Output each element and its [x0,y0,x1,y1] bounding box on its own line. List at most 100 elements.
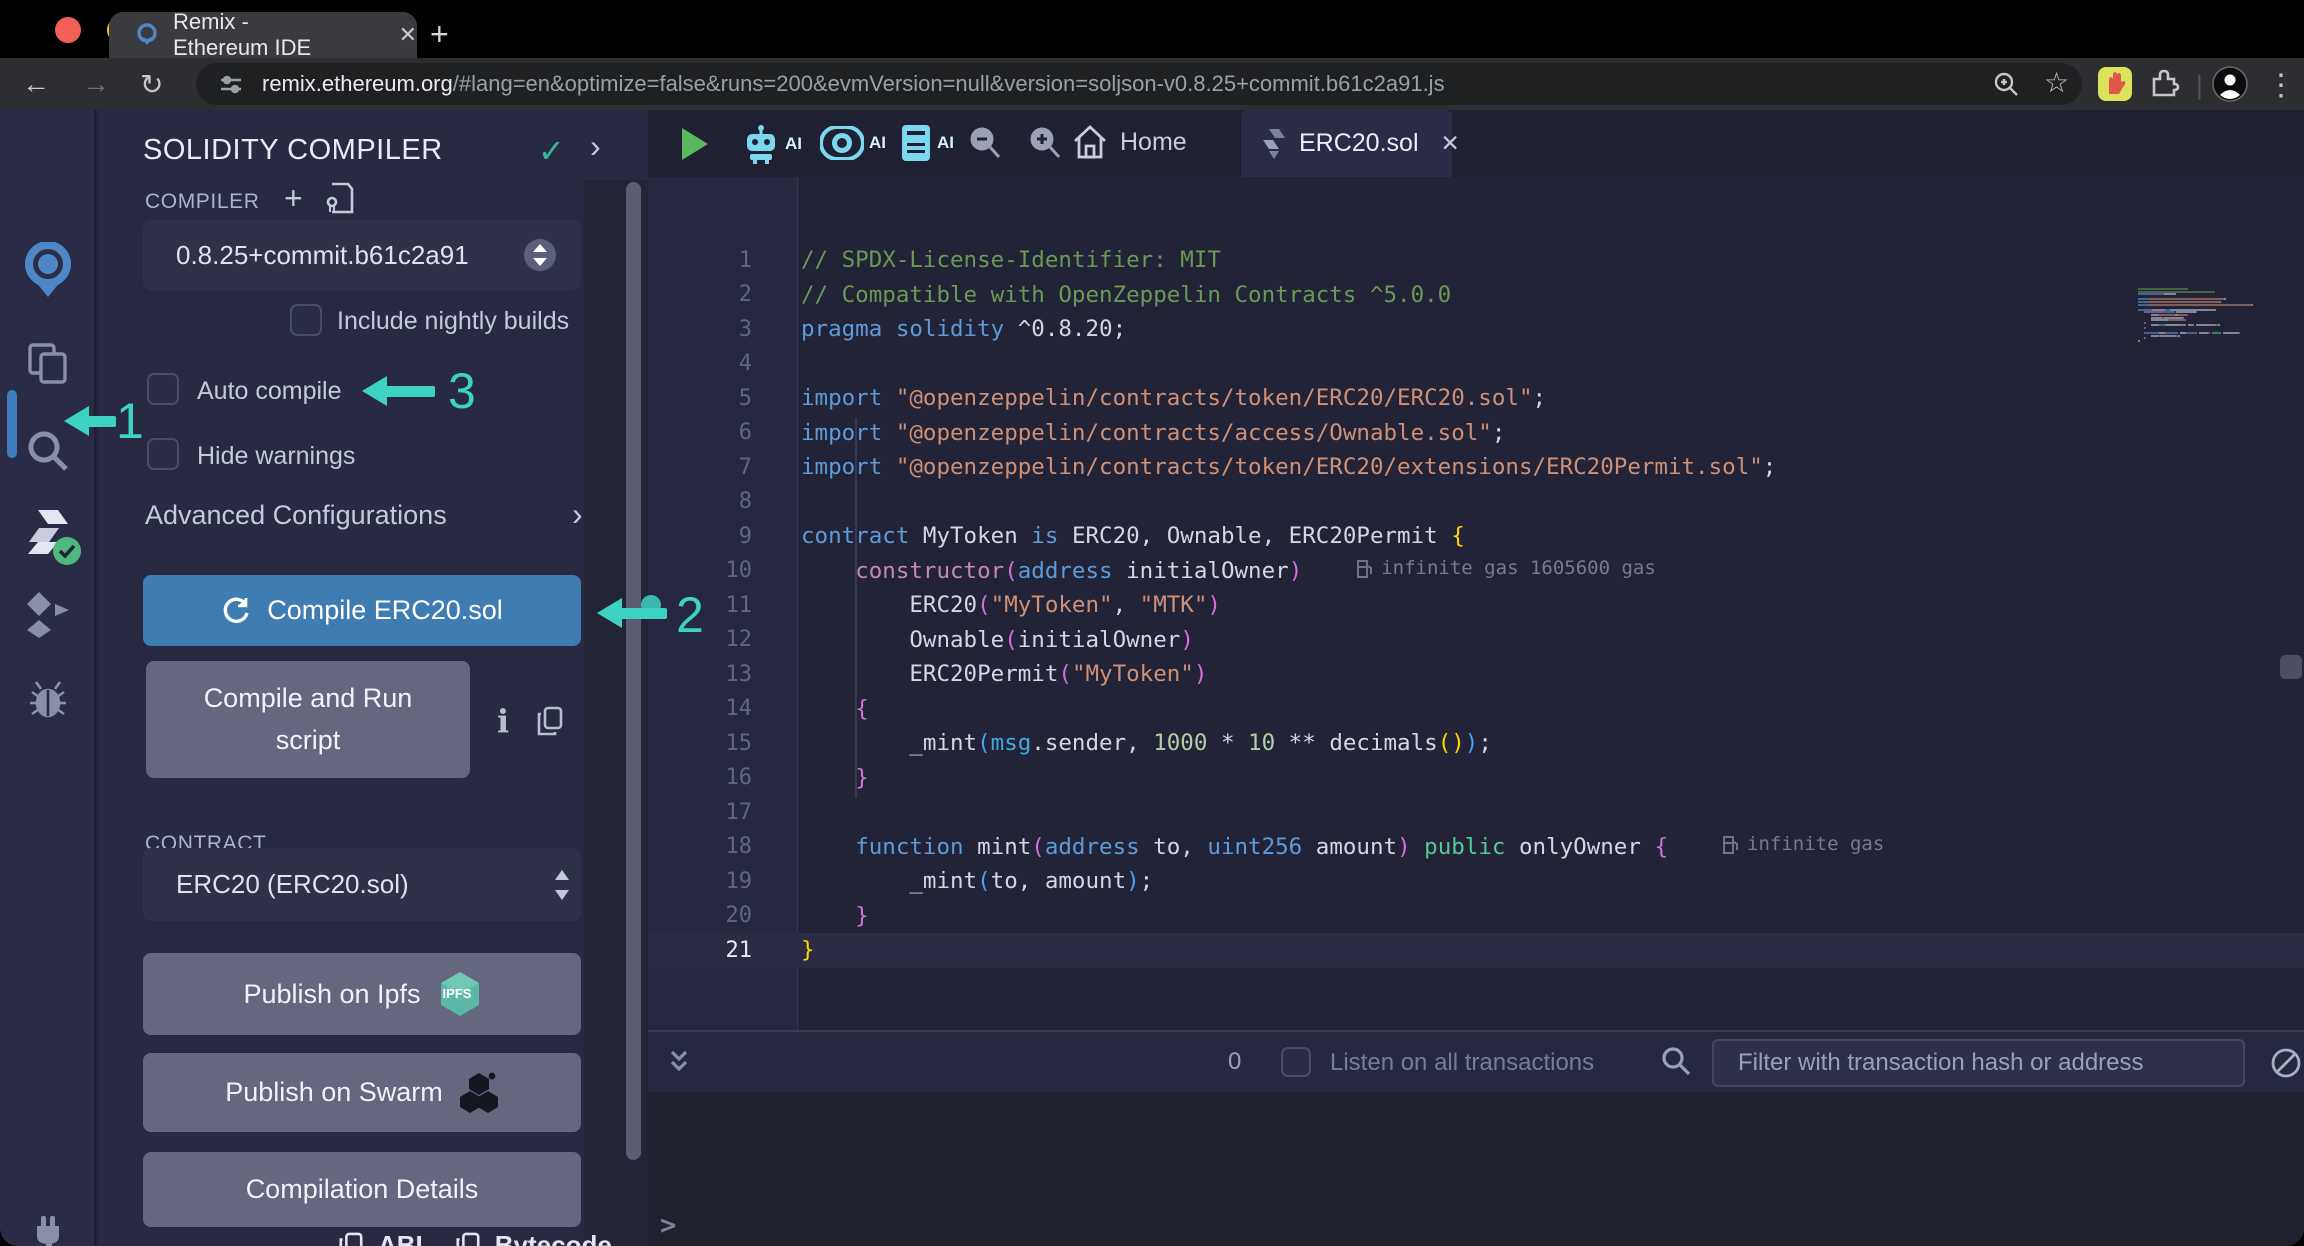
browser-tab-strip: Remix - Ethereum IDE ✕ + [0,0,2304,58]
contract-select[interactable]: ERC20 (ERC20.sol) [143,848,581,921]
code-editor[interactable]: 1// SPDX-License-Identifier: MIT2// Comp… [648,177,2304,1030]
tab-home[interactable]: Home [1072,124,1187,160]
terminal-search-icon[interactable] [1660,1045,1692,1077]
zoom-in-icon[interactable] [1028,126,1062,160]
zoom-out-icon[interactable] [968,126,1002,160]
forward-icon[interactable]: → [82,68,110,100]
code-line[interactable]: 20 } [648,898,2304,933]
code-line[interactable]: 21} [648,933,2304,968]
zoom-page-icon[interactable] [1992,70,2020,98]
annotation-step-3-digit: 3 [448,362,476,420]
code-line[interactable]: 18 function mint(address to, uint256 amo… [648,829,2304,864]
extensions-puzzle-icon[interactable] [2148,67,2180,99]
reload-icon[interactable]: ↻ [140,68,163,101]
code-line[interactable]: 19 _mint(to, amount); [648,864,2304,899]
clear-console-icon[interactable] [2270,1047,2302,1079]
plugin-manager-icon[interactable] [0,1208,96,1246]
ai-robot-button[interactable]: AI [742,124,802,164]
advanced-config-label[interactable]: Advanced Configurations [145,500,447,531]
menu-dots-icon[interactable]: ⋮ [2266,68,2296,103]
code-text: _mint(msg.sender, 1000 * 10 ** decimals(… [801,730,1492,756]
code-line[interactable]: 1// SPDX-License-Identifier: MIT [648,243,2304,278]
traffic-light-close[interactable] [55,17,81,43]
code-text: pragma solidity ^0.8.20; [801,316,1126,342]
tab-erc20-sol[interactable]: ERC20.sol ✕ [1241,110,1452,177]
auto-compile-checkbox[interactable] [147,373,179,405]
profile-avatar[interactable] [2212,66,2248,102]
browser-tab[interactable]: Remix - Ethereum IDE ✕ [109,12,417,58]
copy-bytecode-icon[interactable] [455,1232,481,1246]
run-script-play-icon[interactable] [682,128,708,160]
filter-placeholder: Filter with transaction hash or address [1738,1049,2144,1077]
code-line[interactable]: 3pragma solidity ^0.8.20; [648,312,2304,347]
code-line[interactable]: 14 { [648,691,2304,726]
code-text: contract MyToken is ERC20, Ownable, ERC2… [801,523,1465,549]
terminal-output[interactable]: > [648,1092,2304,1246]
terminal-toolbar: 0 Listen on all transactions Filter with… [648,1030,2304,1092]
line-number: 8 [648,489,752,514]
publish-swarm-label: Publish on Swarm [225,1077,443,1108]
add-compiler-icon[interactable]: + [284,180,303,217]
version-updown-icon[interactable] [523,238,557,272]
listen-transactions-checkbox[interactable] [1281,1047,1311,1077]
tab-close-icon[interactable]: ✕ [399,22,417,48]
contract-sort-arrows-icon [551,866,573,904]
copy-script-icon[interactable] [536,706,564,736]
expand-terminal-icon[interactable] [664,1046,694,1078]
panel-scrollbar[interactable] [626,182,641,1160]
publish-ipfs-button[interactable]: Publish on Ipfs IPFS [143,953,581,1035]
advanced-config-chevron-icon[interactable]: › [572,496,583,533]
back-icon[interactable]: ← [22,68,50,100]
compilation-details-button[interactable]: Compilation Details [143,1152,581,1227]
copy-abi-icon[interactable] [338,1232,364,1246]
publish-swarm-button[interactable]: Publish on Swarm [143,1053,581,1132]
info-icon[interactable]: i [497,702,509,740]
compile-button[interactable]: Compile ERC20.sol [143,575,581,646]
panel-collapse-icon[interactable]: › [590,128,601,165]
new-tab-button[interactable]: + [430,16,449,53]
line-number: 4 [648,351,752,376]
compiler-version-select[interactable]: 0.8.25+commit.b61c2a91 [143,220,581,290]
deploy-run-icon[interactable] [0,590,96,638]
debugger-bug-icon[interactable] [0,676,96,722]
code-line[interactable]: 9contract MyToken is ERC20, Ownable, ERC… [648,519,2304,554]
abi-button[interactable]: ABI [378,1230,423,1246]
include-nightly-checkbox[interactable] [290,304,322,336]
compile-run-button[interactable]: Compile and Run script [146,661,470,778]
code-line[interactable]: 4 [648,346,2304,381]
code-line[interactable]: 11 ERC20("MyToken", "MTK") [648,588,2304,623]
extension-hand-icon[interactable] [2097,66,2133,102]
code-line[interactable]: 8 [648,484,2304,519]
line-number: 19 [648,869,752,894]
editor-scrollbar-thumb[interactable] [2280,655,2302,679]
minimap-line [2224,298,2226,300]
code-line[interactable]: 10 constructor(address initialOwner)infi… [648,553,2304,588]
code-line[interactable]: 15 _mint(msg.sender, 1000 * 10 ** decima… [648,726,2304,761]
code-line[interactable]: 12 Ownable(initialOwner) [648,622,2304,657]
file-explorer-icon[interactable] [0,340,96,386]
file-tab-close-icon[interactable]: ✕ [1441,130,1460,157]
solidity-compiler-icon[interactable] [0,506,96,558]
browser-toolbar: ← → ↻ remix.ethereum.org/#lang=en&optimi… [0,58,2304,110]
code-line[interactable]: 13 ERC20Permit("MyToken") [648,657,2304,692]
license-file-icon[interactable] [324,182,354,214]
ai-docs-button[interactable]: AI [900,123,954,163]
code-line[interactable]: 6import "@openzeppelin/contracts/access/… [648,415,2304,450]
code-line[interactable]: 7import "@openzeppelin/contracts/token/E… [648,450,2304,485]
code-text: // Compatible with OpenZeppelin Contract… [801,282,1451,308]
site-settings-icon[interactable] [218,71,244,97]
code-line[interactable]: 17 [648,795,2304,830]
bytecode-button[interactable]: Bytecode [495,1230,612,1246]
code-line[interactable]: 5import "@openzeppelin/contracts/token/E… [648,381,2304,416]
transaction-filter-input[interactable]: Filter with transaction hash or address [1712,1039,2245,1087]
editor-minimap[interactable] [2138,288,2277,408]
minimap-line [2196,324,2214,326]
panel-title: SOLIDITY COMPILER [143,134,443,167]
bookmark-star-icon[interactable]: ☆ [2044,66,2069,99]
ai-vision-button[interactable]: AI [820,126,886,160]
remix-logo-icon[interactable] [0,242,96,298]
hide-warnings-checkbox[interactable] [147,438,179,470]
code-line[interactable]: 2// Compatible with OpenZeppelin Contrac… [648,277,2304,312]
code-line[interactable]: 16 } [648,760,2304,795]
address-bar[interactable]: remix.ethereum.org/#lang=en&optimize=fal… [196,63,2082,105]
